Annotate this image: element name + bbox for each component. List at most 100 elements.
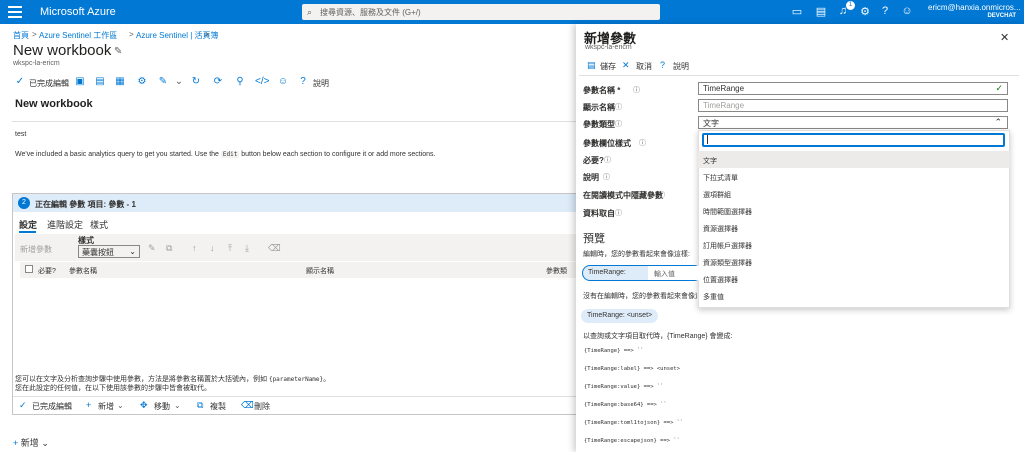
info-icon[interactable]: ⓘ bbox=[615, 102, 622, 112]
info-icon[interactable]: ⓘ bbox=[603, 172, 610, 182]
option-dropdown-list[interactable]: 下拉式清單 bbox=[698, 168, 1010, 185]
parameter-name-input[interactable]: TimeRange ✓ bbox=[698, 82, 1008, 95]
style-select[interactable]: 藥囊按鈕 ⌄ bbox=[78, 245, 140, 258]
add-section-label: 新增 bbox=[20, 438, 39, 448]
cancel-icon: ✕ bbox=[622, 60, 630, 70]
done-editing-step-button[interactable]: 已完成編輯 bbox=[32, 401, 72, 412]
delete-icon: ⌫ bbox=[241, 400, 254, 410]
delete-button[interactable]: 刪除 bbox=[254, 401, 270, 412]
breadcrumb-home[interactable]: 首頁 bbox=[13, 30, 29, 41]
hamburger-menu-icon[interactable] bbox=[8, 6, 22, 18]
option-resource-type-picker[interactable]: 資源類型選擇器 bbox=[698, 253, 1010, 270]
help-button[interactable]: 說明 bbox=[673, 61, 689, 72]
cancel-button[interactable]: 取消 bbox=[636, 61, 652, 72]
feedback-icon[interactable]: ☺ bbox=[900, 5, 914, 17]
search-placeholder: 搜尋資源、服務及文件 (G+/) bbox=[320, 8, 421, 17]
help-button[interactable]: 說明 bbox=[313, 78, 329, 89]
intro-edit-code: Edit bbox=[220, 151, 240, 158]
delete-icon[interactable]: ⌫ bbox=[268, 243, 281, 254]
tab-settings[interactable]: 設定 bbox=[19, 218, 37, 231]
preview-value-input[interactable]: 輸入值 bbox=[648, 266, 702, 280]
info-icon[interactable]: ⓘ bbox=[658, 190, 665, 200]
move-button[interactable]: 移動 bbox=[154, 401, 170, 412]
info-icon[interactable]: ⓘ bbox=[604, 155, 611, 165]
move-to-top-icon[interactable]: ⤒ bbox=[228, 243, 232, 254]
parameter-type-select[interactable]: 文字 ⌃ bbox=[698, 116, 1008, 129]
save-as-icon[interactable]: ▦ bbox=[114, 76, 126, 87]
edit-icon[interactable]: ✎ bbox=[157, 76, 169, 87]
add-section-button[interactable]: + 新增 ⌄ bbox=[13, 436, 49, 449]
pin-icon[interactable]: ✎ bbox=[114, 46, 122, 57]
tab-advanced-settings[interactable]: 進階設定 bbox=[47, 218, 83, 231]
intro-text-pre: We've included a basic analytics query t… bbox=[15, 151, 221, 158]
move-down-icon[interactable]: ↓ bbox=[210, 243, 215, 253]
global-search-input[interactable]: ⌕ 搜尋資源、服務及文件 (G+/) bbox=[302, 4, 660, 20]
open-folder-icon[interactable]: ▣ bbox=[74, 76, 86, 87]
refresh-icon[interactable]: ↻ bbox=[190, 76, 202, 87]
column-required: 必要? bbox=[38, 268, 56, 275]
chevron-down-icon[interactable]: ⌄ bbox=[117, 401, 124, 410]
option-multi-value[interactable]: 多重值 bbox=[698, 287, 1010, 304]
save-icon[interactable]: ▤ bbox=[94, 76, 106, 87]
plus-icon: + bbox=[86, 400, 92, 410]
style-select-value: 藥囊按鈕 bbox=[82, 248, 114, 257]
code-view-icon[interactable]: </> bbox=[255, 76, 269, 87]
settings-icon[interactable]: ⚙ bbox=[858, 5, 872, 18]
add-button[interactable]: 新增 bbox=[98, 401, 114, 412]
breadcrumb-separator: > bbox=[129, 30, 134, 39]
help-icon[interactable]: ? bbox=[878, 5, 892, 17]
chevron-down-icon[interactable]: ⌄ bbox=[174, 401, 181, 410]
add-parameter-button[interactable]: 新增參數 bbox=[20, 244, 72, 258]
auto-refresh-icon[interactable]: ⟳ bbox=[212, 76, 224, 87]
close-icon[interactable]: ✕ bbox=[1000, 31, 1009, 44]
save-icon: ▤ bbox=[587, 60, 596, 70]
option-time-range-picker[interactable]: 時間範圍選擇器 bbox=[698, 202, 1010, 219]
breadcrumb-sentinel-workspaces[interactable]: Azure Sentinel 工作區 bbox=[39, 30, 117, 41]
breadcrumb-separator: > bbox=[32, 30, 37, 39]
move-up-icon[interactable]: ↑ bbox=[192, 243, 197, 253]
option-resource-picker[interactable]: 資源選擇器 bbox=[698, 219, 1010, 236]
info-icon[interactable]: ⓘ bbox=[615, 119, 622, 129]
search-icon: ⌕ bbox=[307, 7, 313, 17]
option-text[interactable]: 文字 bbox=[698, 151, 1010, 168]
option-location-picker[interactable]: 位置選擇器 bbox=[698, 270, 1010, 287]
help-icon[interactable]: ? bbox=[297, 76, 309, 87]
workbook-text-test: test bbox=[15, 131, 27, 138]
chevron-down-icon[interactable]: ⌄ bbox=[173, 76, 185, 87]
directory-filter-icon[interactable]: ▤ bbox=[814, 5, 828, 18]
done-editing-button[interactable]: 已完成編輯 bbox=[29, 78, 69, 89]
info-icon[interactable]: ⓘ bbox=[615, 208, 622, 218]
brand-name[interactable]: Microsoft Azure bbox=[40, 6, 116, 18]
info-icon[interactable]: ⓘ bbox=[633, 85, 640, 95]
done-editing-check-icon[interactable]: ✓ bbox=[14, 76, 26, 87]
label-data-source: 資料取自 bbox=[583, 209, 615, 218]
feedback-icon[interactable]: ☺ bbox=[277, 76, 289, 87]
copy-icon: ⧉ bbox=[197, 400, 204, 410]
label-required: 必要? bbox=[583, 156, 604, 165]
copy-button[interactable]: 複製 bbox=[210, 401, 226, 412]
panel-subtitle: wkspc-la-ericm bbox=[585, 44, 632, 51]
azure-top-bar: Microsoft Azure ⌕ 搜尋資源、服務及文件 (G+/) ▭ ▤ ♫… bbox=[0, 0, 1024, 24]
select-all-checkbox[interactable] bbox=[25, 265, 33, 273]
page-title: New workbook bbox=[13, 42, 112, 59]
preview-not-editing-text: 沒有在編輯時，您的參數看起來會像這 bbox=[583, 293, 697, 300]
option-subscription-picker[interactable]: 訂用帳戶選擇器 bbox=[698, 236, 1010, 253]
dropdown-filter-input[interactable] bbox=[702, 133, 1005, 147]
display-name-input[interactable]: TimeRange bbox=[698, 99, 1008, 112]
move-icon: ✥ bbox=[140, 400, 148, 410]
edit-icon[interactable]: ✎ bbox=[148, 243, 156, 254]
settings-icon[interactable]: ⚙ bbox=[136, 76, 148, 87]
option-options-group[interactable]: 選項群組 bbox=[698, 185, 1010, 202]
move-to-bottom-icon[interactable]: ⤓ bbox=[245, 243, 249, 254]
save-button[interactable]: 儲存 bbox=[600, 61, 616, 72]
tab-style[interactable]: 樣式 bbox=[90, 218, 108, 231]
user-account[interactable]: ericm@hanxia.onmicros... bbox=[928, 3, 1021, 12]
copy-icon[interactable]: ⧉ bbox=[166, 243, 172, 254]
help-icon: ? bbox=[660, 60, 666, 70]
pin-workbook-icon[interactable]: ⚲ bbox=[234, 76, 246, 87]
parameter-name-value: TimeRange bbox=[703, 84, 745, 93]
info-icon[interactable]: ⓘ bbox=[639, 138, 646, 148]
cloud-shell-icon[interactable]: ▭ bbox=[790, 5, 804, 18]
mapping-row: {TimeRange:base64} ==> `` bbox=[584, 402, 667, 408]
notification-badge: 1 bbox=[846, 1, 855, 10]
